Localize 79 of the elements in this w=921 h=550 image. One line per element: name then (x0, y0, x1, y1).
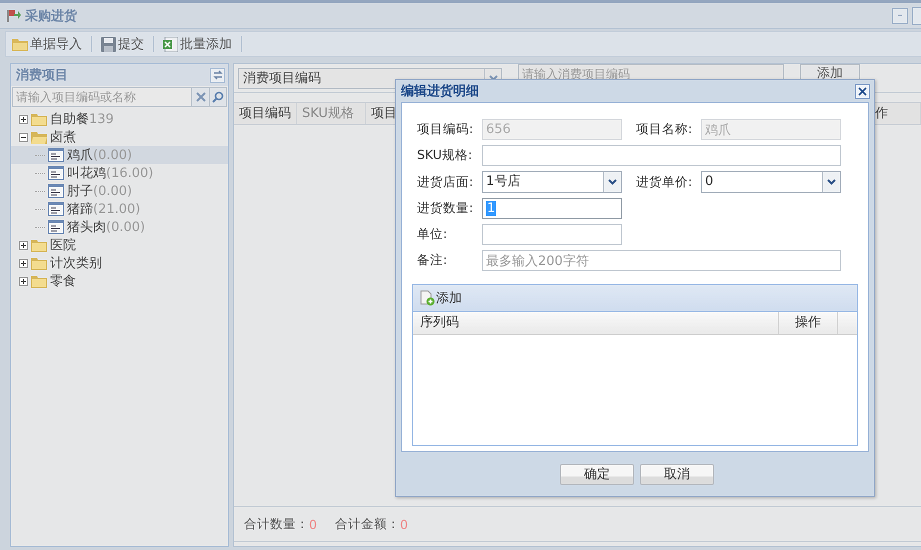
tree-item[interactable]: 猪蹄(21.00) (15, 200, 228, 218)
field-label: 备注: (417, 252, 448, 269)
tree-item[interactable]: 肘子(0.00) (15, 182, 228, 200)
tree-label: 猪蹄(21.00) (67, 201, 140, 218)
folder-icon (31, 112, 47, 126)
total-value: 0 (309, 516, 317, 532)
panel-title: 消费项目 (16, 67, 68, 84)
search-field[interactable]: 请输入项目编码或名称 (12, 87, 191, 107)
app-icon (7, 9, 21, 22)
collapse-icon[interactable] (19, 132, 28, 142)
close-icon (196, 92, 206, 102)
tree-item[interactable]: 自助餐139 (15, 110, 228, 128)
caret-icon (827, 179, 836, 185)
tree-item[interactable]: 鸡爪(0.00) (11, 146, 228, 164)
expand-icon[interactable] (19, 114, 28, 124)
search-button[interactable] (209, 87, 227, 107)
list-icon (48, 220, 64, 234)
toolbar-button[interactable]: 批量添加 (161, 35, 234, 53)
field-label: SKU规格: (417, 147, 474, 164)
input-field[interactable] (482, 224, 622, 245)
tree-label: 零食 (50, 273, 76, 290)
toolbar-button[interactable]: 提交 (99, 35, 146, 53)
tree-item[interactable]: 零食 (15, 272, 228, 290)
folder-icon (31, 238, 47, 252)
save-icon (101, 36, 116, 52)
field-label: 进货数量: (417, 200, 474, 217)
column-header: 操作 (779, 312, 838, 334)
list-icon (48, 148, 64, 162)
column-header: 项目编码 (234, 103, 297, 124)
input-field[interactable] (482, 145, 841, 166)
total-value: 0 (400, 516, 408, 532)
confirm-button[interactable]: 确定 (560, 464, 634, 484)
tree-label: 自助餐139 (50, 111, 114, 128)
expand-icon[interactable] (19, 240, 28, 250)
tree-item[interactable]: 计次类别 (15, 254, 228, 272)
tree-item[interactable]: 叫花鸡(16.00) (15, 164, 228, 182)
folder-icon (31, 274, 47, 288)
search-icon (212, 91, 224, 103)
tree-item[interactable]: 卤煮 (15, 128, 228, 146)
field-label: 进货店面: (417, 174, 474, 190)
tree-label: 鸡爪(0.00) (67, 147, 132, 164)
total-label: 合计数量： (244, 516, 309, 532)
spreadsheet-icon (163, 36, 178, 52)
list-icon (48, 202, 64, 216)
folder-icon (31, 256, 47, 270)
field-label: 进货单价: (636, 174, 694, 190)
field-label: 项目编码: (417, 121, 474, 138)
total-label: 合计金额： (334, 516, 400, 532)
caret-icon (488, 75, 498, 81)
add-button[interactable]: 添加 (420, 289, 462, 307)
tree-label: 肘子(0.00) (67, 183, 132, 200)
column-header: SKU规格 (297, 103, 366, 124)
list-icon (48, 184, 64, 198)
column-header: 序列码 (413, 312, 779, 334)
tree-label: 猪头肉(0.00) (67, 219, 146, 236)
tree-label: 卤煮 (50, 129, 76, 146)
dropdown-field[interactable]: 1号店 (482, 171, 622, 193)
close-button[interactable] (855, 84, 870, 98)
add-file-icon (420, 290, 435, 306)
folder-icon (31, 130, 47, 144)
toolbar-button[interactable]: 单据导入 (10, 35, 84, 53)
field-label: 项目名称: (636, 121, 694, 138)
tree-label: 计次类别 (50, 255, 102, 272)
close-icon (858, 86, 867, 96)
tree-item[interactable]: 猪头肉(0.00) (15, 218, 228, 236)
tree-label: 医院 (50, 237, 76, 254)
refresh-button[interactable] (210, 68, 225, 82)
refresh-icon (212, 70, 222, 80)
cancel-button[interactable]: 取消 (640, 464, 714, 484)
expand-icon[interactable] (19, 258, 28, 268)
expand-icon[interactable] (19, 276, 28, 286)
field-label: 单位: (417, 226, 448, 243)
folder-icon (12, 37, 28, 51)
window-title: 采购进货 (25, 8, 77, 24)
dropdown-field[interactable]: 0 (701, 171, 841, 193)
caret-icon (608, 179, 617, 185)
tree-label: 叫花鸡(16.00) (67, 165, 154, 182)
list-icon (48, 166, 64, 180)
tree-item[interactable]: 医院 (15, 236, 228, 254)
